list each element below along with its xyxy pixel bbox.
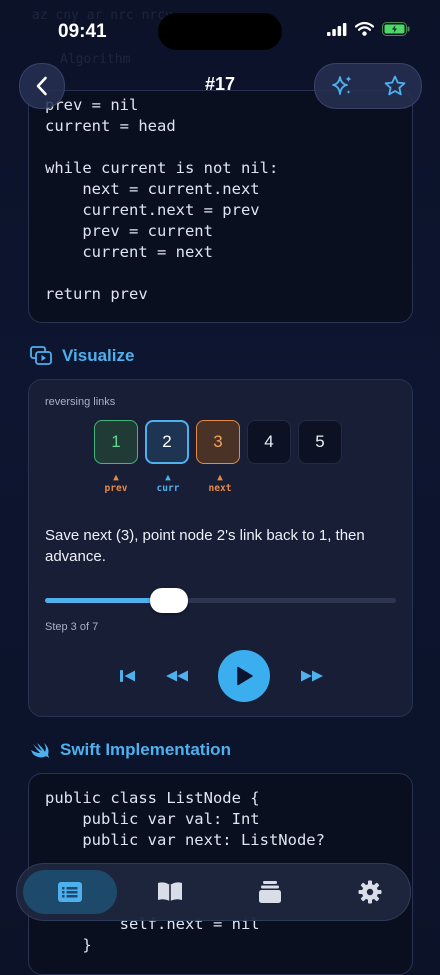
sparkles-icon — [331, 76, 351, 95]
code-line: public class ListNode { — [45, 789, 260, 807]
book-icon — [158, 882, 182, 901]
next-pointer: ▲ next — [208, 472, 232, 494]
code-line: public var next: ListNode? — [45, 831, 325, 849]
prev-pointer: ▲ prev — [104, 472, 128, 494]
code-line: prev = current — [45, 222, 213, 240]
star-icon — [384, 75, 405, 96]
curr-pointer: ▲ curr — [156, 472, 180, 494]
node-4: 4 — [247, 420, 291, 464]
play-icon — [237, 666, 253, 686]
stack-icon — [259, 881, 281, 903]
code-line: next = current.next — [45, 180, 260, 198]
swift-section-header: Swift Implementation — [30, 740, 231, 760]
visualizer-card: reversing links 1 2 3 4 5 ▲ prev ▲ curr ▲ n… — [28, 379, 413, 717]
step-counter: Step 3 of 7 — [45, 621, 99, 633]
header-actions — [314, 63, 422, 109]
swift-title: Swift Implementation — [60, 740, 231, 759]
pseudocode-block: prev = nil current = head while current i… — [45, 95, 278, 305]
tab-book[interactable] — [123, 870, 217, 914]
swift-logo-icon — [31, 743, 49, 758]
pseudocode-card: prev = nil current = head while current i… — [28, 90, 413, 323]
fast-forward-button[interactable] — [297, 666, 327, 686]
visualize-section-header: Visualize — [30, 346, 134, 366]
gear-icon — [358, 880, 382, 904]
code-line: } — [45, 936, 92, 954]
node-2: 2 — [145, 420, 189, 464]
fast-forward-icon — [301, 670, 323, 682]
tab-bar — [16, 863, 411, 921]
code-line: while current is not nil: — [45, 159, 279, 177]
curr-pointer-label: curr — [156, 483, 180, 494]
slider-thumb[interactable] — [149, 588, 188, 613]
step-slider[interactable] — [45, 588, 396, 613]
status-time: 09:41 — [58, 21, 107, 42]
step-description: Save next (3), point node 2's link back … — [45, 527, 365, 565]
rewind-icon — [166, 670, 188, 682]
code-line: current = head — [45, 117, 176, 135]
node-row: 1 2 3 4 5 — [94, 420, 342, 464]
status-icons — [327, 22, 410, 36]
tab-list[interactable] — [23, 870, 117, 914]
code-line: current.next = prev — [45, 201, 260, 219]
sparkles-button[interactable] — [330, 74, 354, 98]
play-button[interactable] — [218, 650, 270, 702]
playback-controls — [29, 650, 412, 702]
visualize-title: Visualize — [62, 346, 135, 365]
tab-stack[interactable] — [223, 870, 317, 914]
visualizer-label: reversing links — [45, 396, 116, 408]
skip-to-start-icon — [120, 670, 135, 682]
code-line: return prev — [45, 285, 148, 303]
code-line: current = next — [45, 243, 213, 261]
prev-pointer-label: prev — [104, 483, 128, 494]
wifi-icon — [355, 22, 374, 36]
dynamic-island — [158, 13, 282, 50]
next-pointer-label: next — [208, 483, 232, 494]
play-rectangle-icon — [30, 346, 52, 365]
code-line: public var val: Int — [45, 810, 260, 828]
signal-icon — [327, 22, 347, 36]
favorite-button[interactable] — [383, 74, 407, 98]
list-icon — [58, 882, 82, 902]
skip-to-start-button[interactable] — [117, 666, 139, 686]
rewind-button[interactable] — [162, 666, 192, 686]
code-line: prev = nil — [45, 96, 139, 114]
tab-settings[interactable] — [323, 870, 417, 914]
node-1: 1 — [94, 420, 138, 464]
status-bar: 09:41 — [0, 0, 440, 60]
battery-icon — [382, 22, 410, 36]
node-3: 3 — [196, 420, 240, 464]
node-5: 5 — [298, 420, 342, 464]
